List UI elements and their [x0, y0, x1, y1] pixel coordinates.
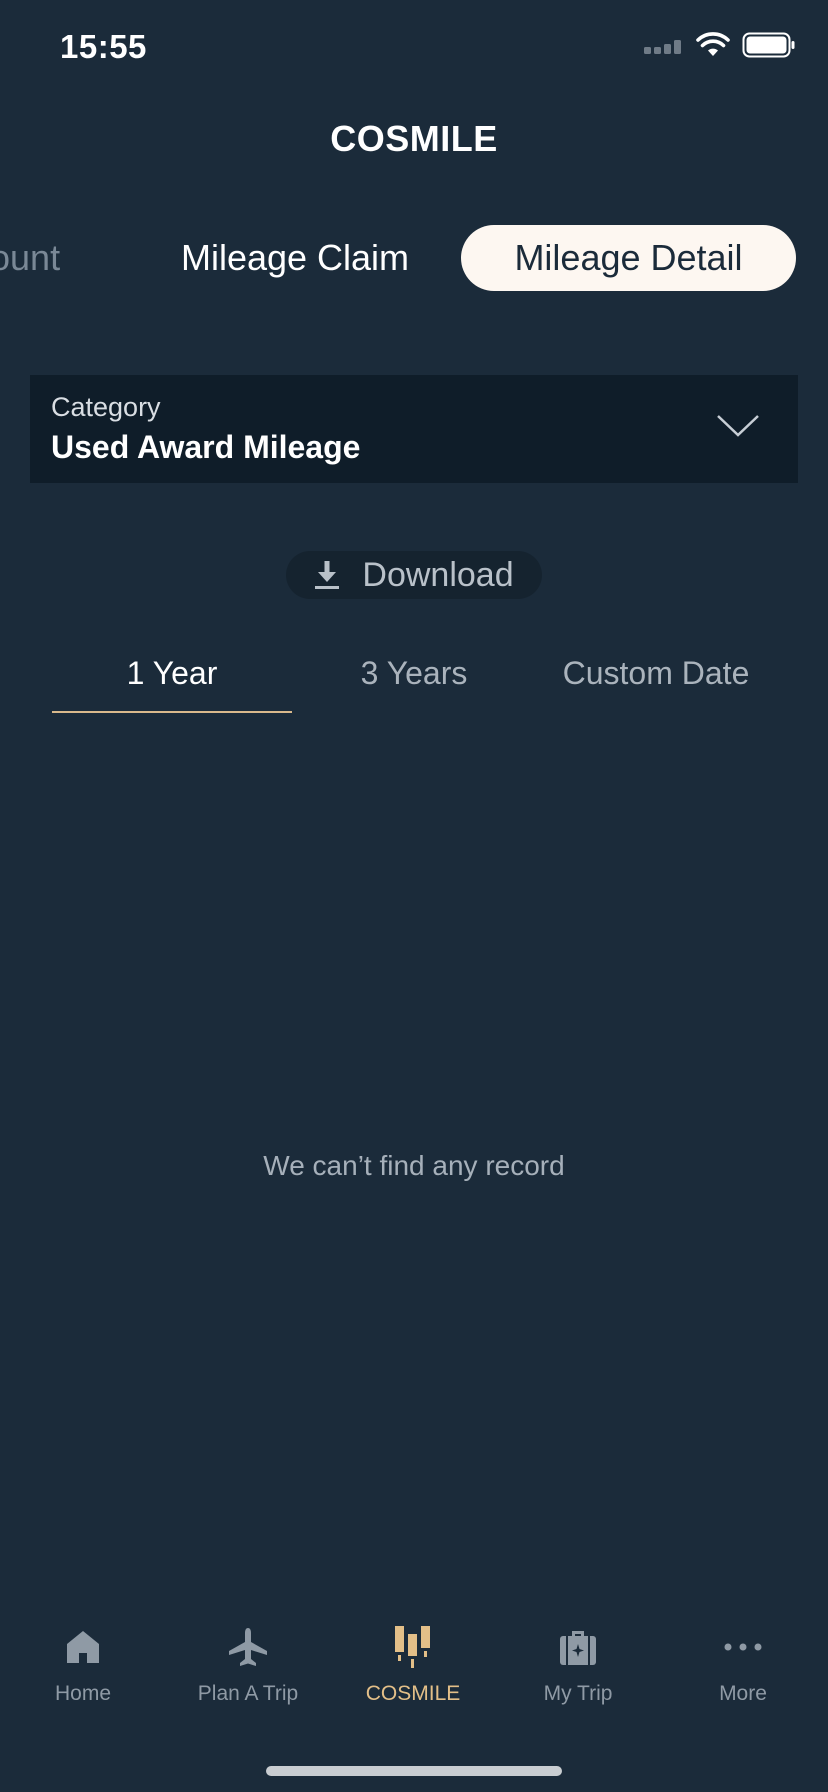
home-icon — [67, 1631, 99, 1663]
nav-item-more[interactable]: More — [660, 1620, 826, 1730]
nav-item-cosmile[interactable]: COSMILE — [330, 1620, 496, 1730]
nav-label-more: More — [719, 1682, 767, 1705]
nav-label-my-trip: My Trip — [543, 1682, 613, 1705]
status-time: 15:55 — [60, 28, 147, 65]
mileage-tabs: ount Mileage Claim Mileage Detail — [0, 225, 828, 291]
selected-tab-underline — [52, 711, 292, 713]
download-icon — [315, 561, 340, 589]
category-label: Category — [51, 392, 161, 422]
status-icons — [644, 32, 796, 58]
empty-state-message: We can’t find any record — [263, 1150, 565, 1181]
nav-label-home: Home — [54, 1682, 112, 1705]
nav-item-my-trip[interactable]: My Trip — [495, 1620, 661, 1730]
nav-item-plan-a-trip[interactable]: Plan A Trip — [165, 1620, 331, 1730]
nav-label-cosmile: COSMILE — [365, 1682, 461, 1705]
suitcase-icon — [560, 1631, 596, 1665]
nav-item-home[interactable]: Home — [0, 1620, 166, 1730]
tab-custom-date[interactable]: Custom Date — [536, 645, 776, 701]
bottom-nav: Home Plan A Trip COSMILE My Trip More — [0, 1620, 828, 1740]
category-value: Used Award Mileage — [51, 429, 361, 465]
nav-label-plan-a-trip: Plan A Trip — [197, 1682, 299, 1705]
home-indicator — [266, 1766, 562, 1776]
tab-mileage-detail[interactable]: Mileage Detail — [461, 225, 796, 291]
tab-3-years[interactable]: 3 Years — [294, 645, 534, 701]
cellular-signal-icon — [644, 40, 681, 54]
page-title: COSMILE — [330, 118, 498, 159]
tab-mileage-claim[interactable]: Mileage Claim — [170, 225, 420, 291]
download-label: Download — [362, 555, 514, 594]
cosmile-icon — [395, 1626, 430, 1668]
period-tabs: 1 Year 3 Years Custom Date — [52, 645, 776, 715]
chevron-down-icon — [717, 415, 759, 437]
tab-account-partial[interactable]: ount — [0, 225, 90, 291]
more-dots-icon — [724, 1643, 762, 1651]
tab-1-year[interactable]: 1 Year — [52, 645, 292, 701]
wifi-icon — [696, 32, 730, 56]
battery-icon — [742, 32, 795, 58]
airplane-icon — [229, 1628, 267, 1666]
download-button[interactable]: Download — [286, 551, 542, 599]
category-dropdown[interactable]: Category Used Award Mileage — [30, 375, 798, 483]
